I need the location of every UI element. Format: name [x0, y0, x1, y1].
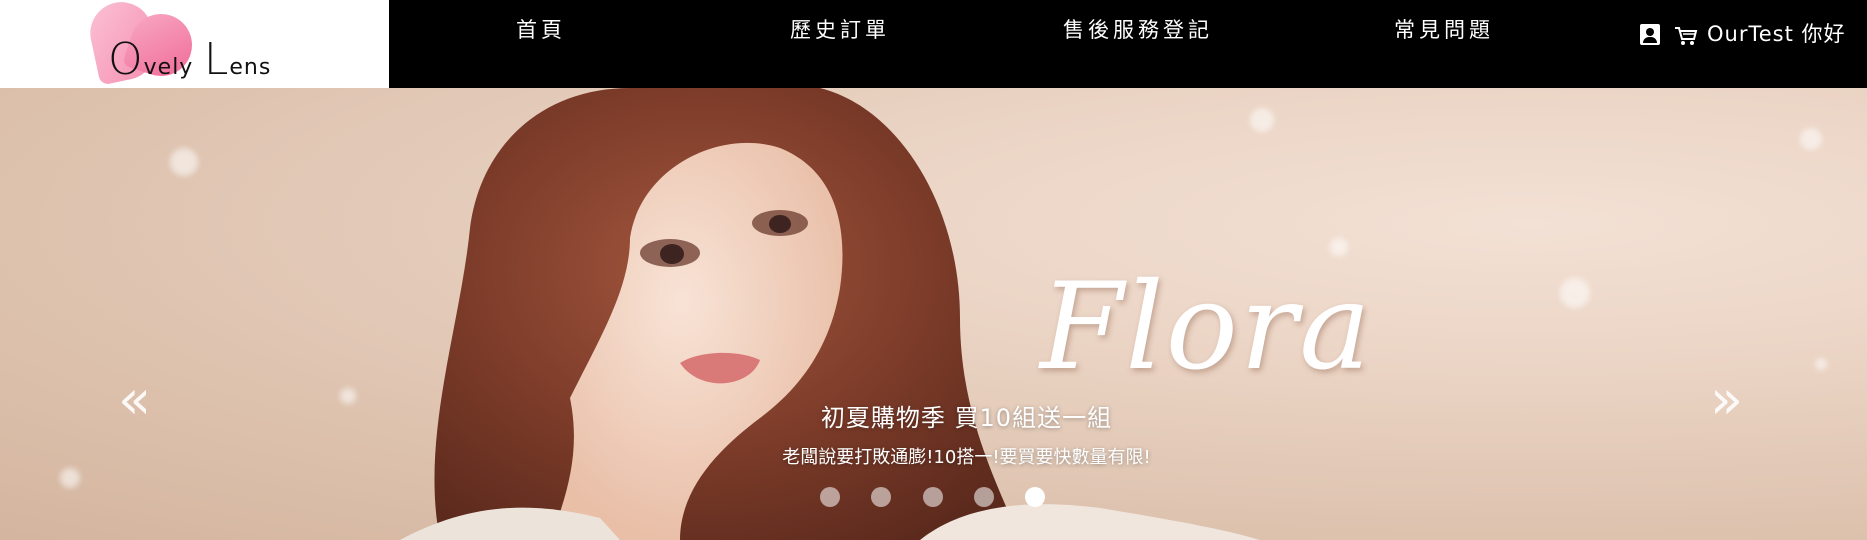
- nav-link-after-sales-service[interactable]: 售後服務登記: [1063, 14, 1213, 44]
- user-greeting[interactable]: OurTest 你好: [1707, 18, 1846, 48]
- brand-script-title: Flora: [1040, 258, 1373, 397]
- background-bokeh: [1560, 278, 1590, 308]
- logo-wordmark: Ovely Lens: [108, 34, 272, 85]
- carousel-dot[interactable]: [820, 487, 840, 507]
- background-bokeh: [1330, 238, 1348, 256]
- nav-link-order-history[interactable]: 歷史訂單: [790, 14, 890, 44]
- user-icon[interactable]: [1640, 24, 1660, 45]
- site-logo[interactable]: Ovely Lens: [0, 0, 389, 88]
- carousel-dot[interactable]: [923, 487, 943, 507]
- carousel-dot[interactable]: [871, 487, 891, 507]
- background-bokeh: [60, 468, 80, 488]
- background-bokeh: [1815, 358, 1827, 370]
- carousel-dot-active[interactable]: [1025, 487, 1045, 507]
- carousel-dot[interactable]: [974, 487, 994, 507]
- background-bokeh: [170, 148, 198, 176]
- cart-icon[interactable]: [1674, 25, 1698, 47]
- hero-caption-subtitle: 老闆說要打敗通膨!10搭一!要買要快數量有限!: [782, 447, 1151, 468]
- nav-link-faq[interactable]: 常見問題: [1394, 14, 1494, 44]
- hero-caption-title: 初夏購物季 買10組送一組: [820, 404, 1113, 432]
- nav-link-home[interactable]: 首頁: [516, 14, 566, 44]
- top-navigation-bar: Ovely Lens 首頁 歷史訂單 售後服務登記 常見問題 OurTest 你…: [0, 0, 1867, 88]
- hero-carousel: Flora « »: [0, 88, 1867, 540]
- background-bokeh: [1800, 128, 1822, 150]
